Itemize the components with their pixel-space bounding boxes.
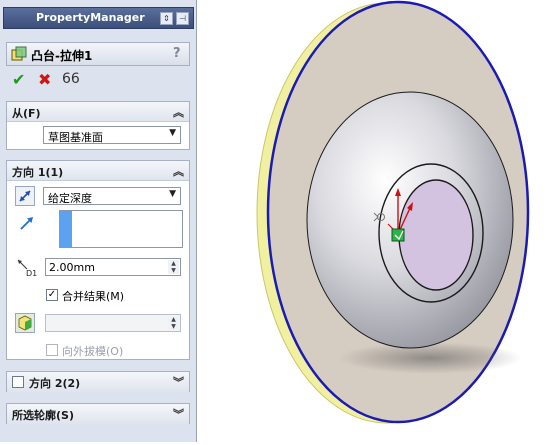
spin-down-icon[interactable]: ▼	[168, 267, 179, 274]
spin-down-icon[interactable]: ▼	[168, 323, 179, 330]
end-condition-value: 给定深度	[48, 192, 92, 205]
from-group-label: 从(F)	[12, 107, 41, 120]
property-manager-panel: PropertyManager ⇕ ⊣ 凸台-拉伸1 ? ✔ ✖ 66 从(F)…	[0, 0, 197, 442]
direction1-group-header[interactable]: 方向 1(1) ︽	[7, 161, 189, 181]
direction2-group: 方向 2(2) ︾	[6, 371, 190, 392]
cancel-x-icon[interactable]: ✖	[38, 70, 51, 89]
end-condition-select[interactable]: 给定深度 ▼	[43, 187, 181, 205]
direction-vector-icon	[20, 217, 33, 230]
dome-shadow	[338, 342, 522, 374]
expand-chevron-icon[interactable]: ︾	[173, 406, 184, 422]
spin-up-icon[interactable]: ▲	[168, 260, 179, 267]
ok-check-icon[interactable]: ✔	[12, 70, 25, 89]
detailed-preview-icon[interactable]: 66	[62, 71, 80, 87]
draft-toggle-button[interactable]	[15, 313, 35, 333]
expand-chevron-icon[interactable]: ︾	[173, 374, 184, 390]
split-view-icon[interactable]: ⇕	[160, 12, 173, 25]
depth-spinner[interactable]: ▲ ▼	[168, 260, 179, 274]
selection-focus-marker	[60, 211, 72, 247]
dropdown-arrow-icon: ▼	[169, 128, 176, 138]
collapse-chevron-icon[interactable]: ︽	[173, 104, 184, 120]
draft-angle-input[interactable]: ▲ ▼	[45, 314, 181, 332]
pin-icon[interactable]: ⊣	[176, 12, 189, 25]
from-group: 从(F) ︽ 草图基准面 ▼	[6, 101, 190, 150]
direction1-group: 方向 1(1) ︽ 给定深度 ▼ D1 2.00mm ▲ ▼ ✓ 合并结果(M)…	[6, 160, 190, 360]
from-group-header[interactable]: 从(F) ︽	[7, 102, 189, 122]
merge-result-label: 合并结果(M)	[62, 290, 125, 303]
graphics-viewport[interactable]	[198, 0, 557, 442]
depth-input[interactable]: 2.00mm ▲ ▼	[45, 258, 181, 276]
draft-icon	[18, 315, 32, 331]
collapse-chevron-icon[interactable]: ︽	[173, 163, 184, 179]
selected-contours-label: 所选轮廓(S)	[12, 409, 74, 422]
merge-result-checkbox[interactable]: ✓	[46, 289, 58, 301]
help-icon[interactable]: ?	[173, 46, 181, 61]
spin-up-icon[interactable]: ▲	[168, 316, 179, 323]
reverse-direction-button[interactable]	[15, 186, 35, 206]
direction2-group-label: 方向 2(2)	[29, 377, 81, 390]
depth-dimension-icon: D1	[17, 259, 37, 277]
property-manager-title: PropertyManager	[36, 11, 145, 24]
from-select-value: 草图基准面	[48, 131, 103, 144]
feature-title-bar: 凸台-拉伸1 ?	[6, 42, 190, 66]
dropdown-arrow-icon: ▼	[169, 189, 176, 199]
direction2-checkbox[interactable]	[12, 376, 24, 388]
header-tools: ⇕ ⊣	[160, 12, 190, 25]
from-select[interactable]: 草图基准面 ▼	[43, 126, 181, 144]
feature-title: 凸台-拉伸1	[31, 49, 93, 63]
draft-outward-label: 向外拔模(O)	[62, 345, 124, 358]
selected-contours-group-header[interactable]: 所选轮廓(S) ︾	[7, 404, 189, 424]
depth-value: 2.00mm	[49, 261, 95, 274]
draft-outward-checkbox[interactable]	[46, 344, 58, 356]
direction2-group-header[interactable]: 方向 2(2) ︾	[7, 372, 189, 392]
reverse-direction-icon	[19, 190, 31, 202]
direction-reference-selection-box[interactable]	[59, 210, 183, 248]
direction1-group-label: 方向 1(1)	[12, 166, 64, 179]
depth-icon-label: D1	[26, 269, 37, 277]
origin-handle-icon[interactable]	[391, 228, 405, 242]
boss-extrude-icon	[11, 46, 27, 61]
boss-face[interactable]	[398, 179, 474, 291]
draft-angle-spinner[interactable]: ▲ ▼	[168, 316, 179, 330]
selected-contours-group: 所选轮廓(S) ︾	[6, 403, 190, 424]
model-view[interactable]	[198, 0, 557, 442]
property-manager-header: PropertyManager ⇕ ⊣	[3, 7, 194, 29]
